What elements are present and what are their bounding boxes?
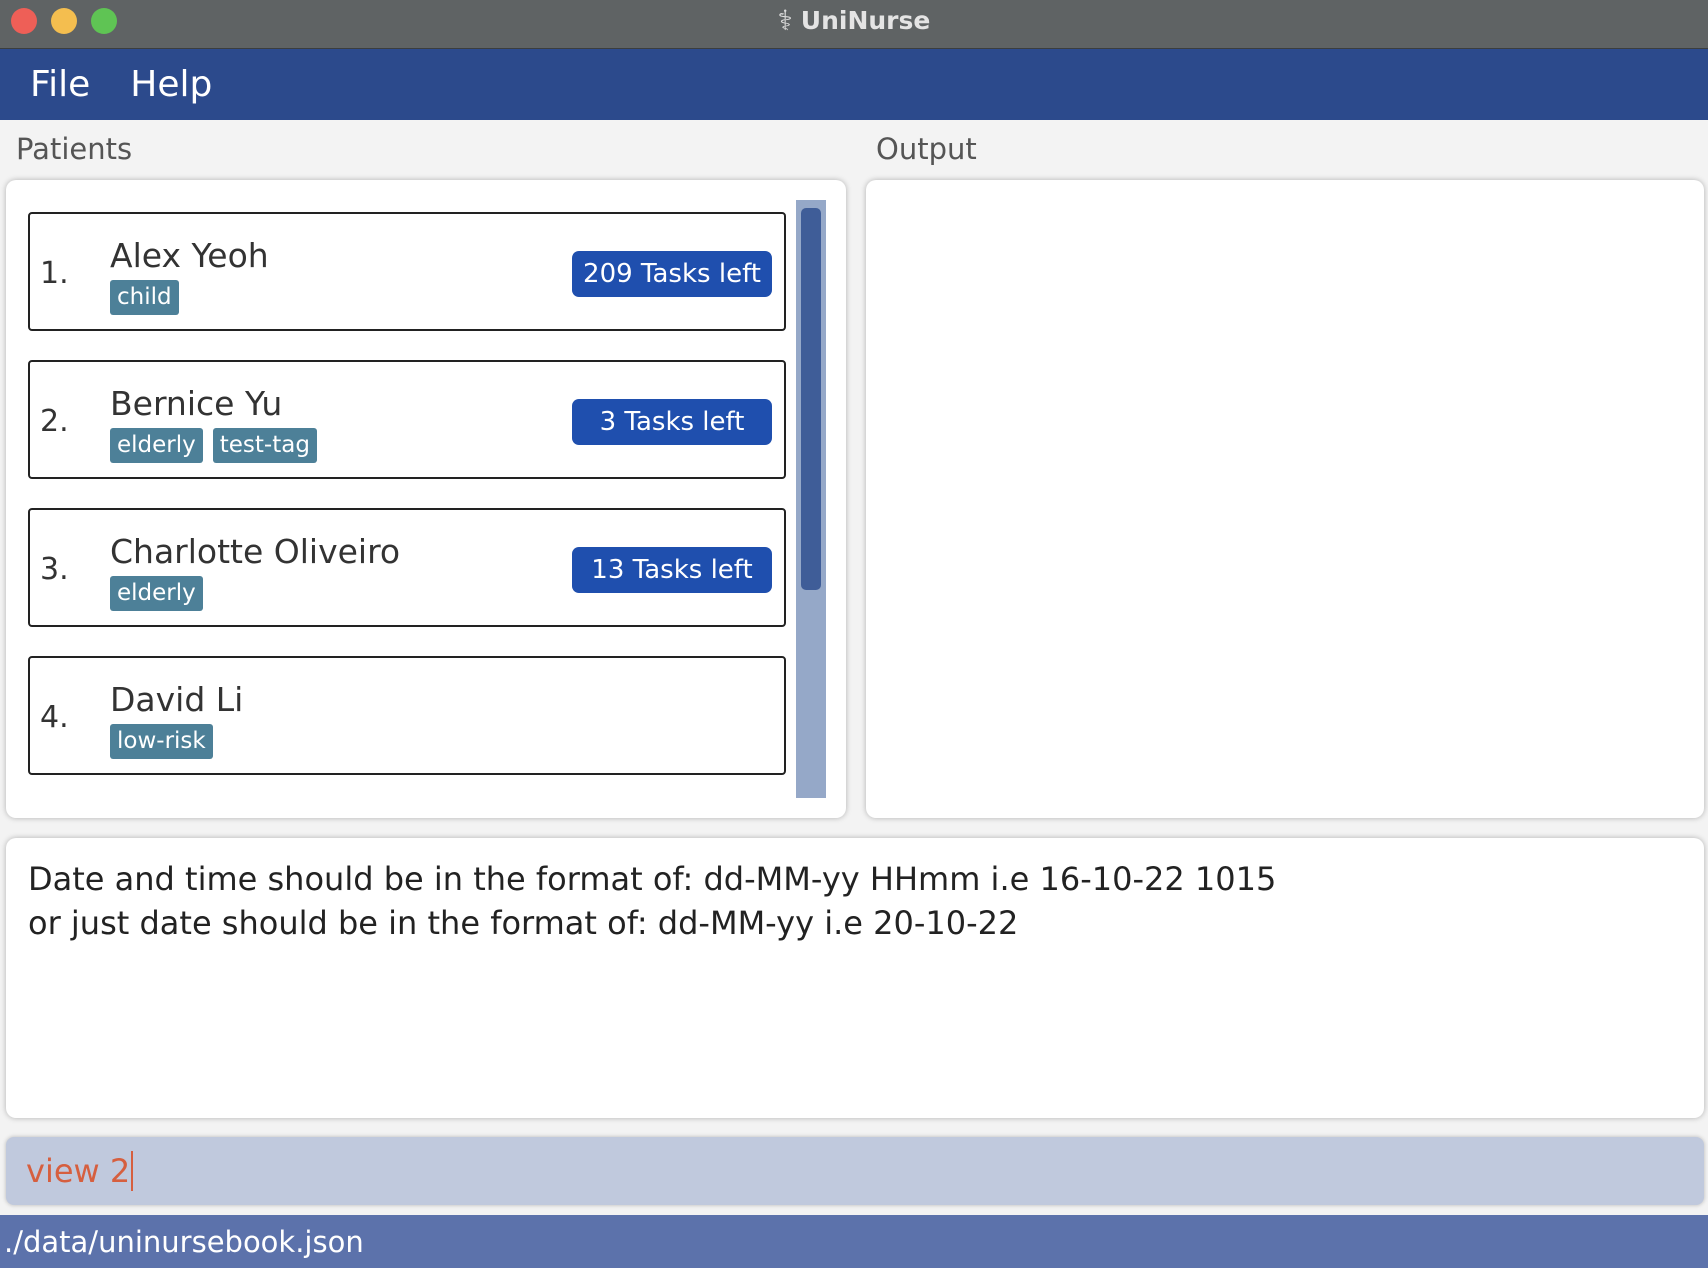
output-panel	[866, 180, 1704, 818]
menu-help[interactable]: Help	[130, 64, 212, 105]
tasks-left-badge: 3 Tasks left	[572, 399, 772, 445]
command-input[interactable]: view 2	[6, 1137, 1704, 1205]
patient-name: David Li	[110, 680, 244, 719]
patient-tag: test-tag	[212, 428, 317, 463]
patient-name: Alex Yeoh	[110, 236, 269, 275]
scrollbar-thumb[interactable]	[801, 208, 821, 590]
patient-index: 1.	[40, 256, 69, 291]
menu-bar: File Help	[0, 49, 1708, 120]
result-line: Date and time should be in the format of…	[28, 860, 1277, 898]
patient-card[interactable]: 1. Alex Yeoh child 209 Tasks left	[28, 212, 786, 331]
patient-name: Bernice Yu	[110, 384, 283, 423]
command-input-text: view 2	[26, 1152, 131, 1190]
patient-index: 3.	[40, 552, 69, 587]
status-bar: ./data/uninursebook.json	[0, 1215, 1708, 1268]
result-line: or just date should be in the format of:…	[28, 904, 1019, 942]
patients-label: Patients	[16, 132, 133, 166]
result-display: Date and time should be in the format of…	[6, 838, 1704, 1118]
patient-index: 4.	[40, 700, 69, 735]
tasks-left-badge: 209 Tasks left	[572, 251, 772, 297]
patient-card[interactable]: 3. Charlotte Oliveiro elderly 13 Tasks l…	[28, 508, 786, 627]
save-file-path: ./data/uninursebook.json	[4, 1224, 364, 1259]
output-label: Output	[876, 132, 977, 166]
tasks-left-badge: 13 Tasks left	[572, 547, 772, 593]
patient-tag: elderly	[110, 428, 203, 463]
patient-tag: low-risk	[110, 724, 213, 759]
patient-tags: child	[110, 280, 179, 315]
patient-card[interactable]: 2. Bernice Yu elderly test-tag 3 Tasks l…	[28, 360, 786, 479]
text-caret	[131, 1151, 134, 1191]
patient-tags: elderly test-tag	[110, 428, 317, 463]
patient-name: Charlotte Oliveiro	[110, 532, 401, 571]
window-title-wrap: ⚕ UniNurse	[0, 0, 1708, 40]
patient-tag: child	[110, 280, 179, 315]
patient-tag: elderly	[110, 576, 203, 611]
caduceus-icon: ⚕	[777, 3, 793, 37]
patient-tags: elderly	[110, 576, 203, 611]
patient-card[interactable]: 4. David Li low-risk	[28, 656, 786, 775]
window-title-bar: ⚕ UniNurse	[0, 0, 1708, 49]
patient-index: 2.	[40, 404, 69, 439]
patient-list-scrollbar[interactable]	[796, 200, 826, 798]
menu-file[interactable]: File	[30, 64, 90, 105]
patient-tags: low-risk	[110, 724, 213, 759]
window-title: UniNurse	[800, 5, 931, 35]
patient-list-panel[interactable]: 1. Alex Yeoh child 209 Tasks left 2. Ber…	[6, 180, 846, 818]
